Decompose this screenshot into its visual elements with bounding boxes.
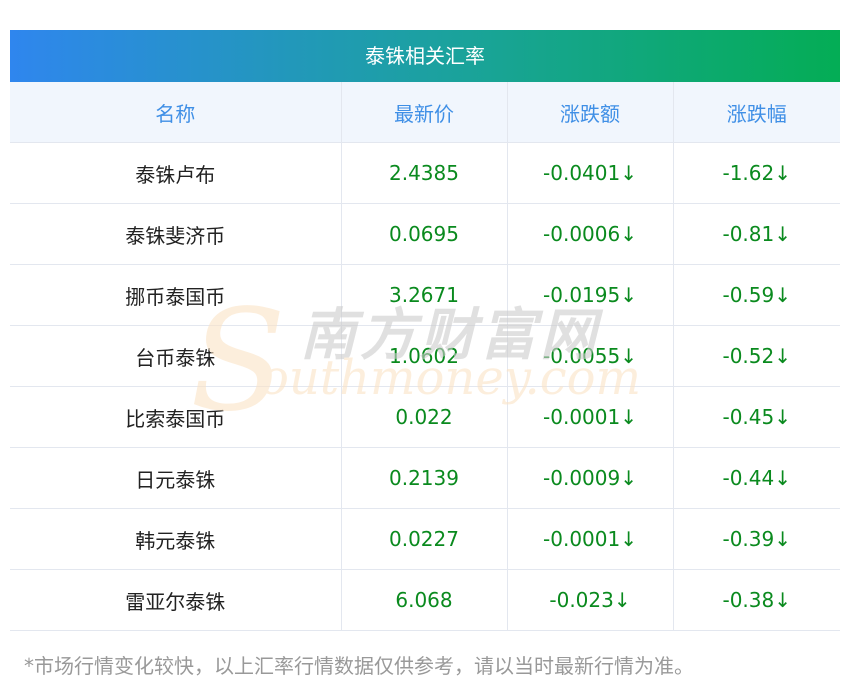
latest-price: 3.2671 [341,264,508,326]
table-row: 泰铢卢布 2.4385 -0.0401↓ -1.62↓ [10,142,840,204]
currency-name: 雷亚尔泰铢 [10,569,342,631]
currency-name: 挪币泰国币 [10,264,342,326]
change-amount: -0.0001↓ [507,386,674,448]
change-percent: -0.59↓ [673,264,840,326]
table-row: 泰铢斐济币 0.0695 -0.0006↓ -0.81↓ [10,203,840,265]
table-row: 比索泰国币 0.022 -0.0001↓ -0.45↓ [10,386,840,448]
currency-name: 泰铢卢布 [10,142,342,204]
currency-name: 泰铢斐济币 [10,203,342,265]
table-row: 韩元泰铢 0.0227 -0.0001↓ -0.39↓ [10,508,840,570]
latest-price: 1.0602 [341,325,508,387]
currency-name: 台币泰铢 [10,325,342,387]
latest-price: 0.022 [341,386,508,448]
currency-name: 比索泰国币 [10,386,342,448]
latest-price: 0.0695 [341,203,508,265]
change-amount: -0.0055↓ [507,325,674,387]
latest-price: 2.4385 [341,142,508,204]
change-amount: -0.023↓ [507,569,674,631]
change-percent: -0.45↓ [673,386,840,448]
change-percent: -0.81↓ [673,203,840,265]
change-amount: -0.0195↓ [507,264,674,326]
exchange-rate-panel: 泰铢相关汇率 名称 最新价 涨跌额 涨跌幅 泰铢卢布 2.4385 -0.0401↓… [10,30,840,631]
latest-price: 0.0227 [341,508,508,570]
latest-price: 0.2139 [341,447,508,509]
change-amount: -0.0001↓ [507,508,674,570]
disclaimer-note: *市场行情变化较快，以上汇率行情数据仅供参考，请以当时最新行情为准。 [24,654,694,678]
rate-table: 名称 最新价 涨跌额 涨跌幅 泰铢卢布 2.4385 -0.0401↓ -1.62↓ 泰… [10,82,840,631]
header-price: 最新价 [341,82,508,143]
change-percent: -0.38↓ [673,569,840,631]
currency-name: 日元泰铢 [10,447,342,509]
change-amount: -0.0401↓ [507,142,674,204]
change-amount: -0.0006↓ [507,203,674,265]
table-row: 挪币泰国币 3.2671 -0.0195↓ -0.59↓ [10,264,840,326]
table-row: 雷亚尔泰铢 6.068 -0.023↓ -0.38↓ [10,569,840,631]
latest-price: 6.068 [341,569,508,631]
header-percent: 涨跌幅 [673,82,840,143]
change-percent: -0.44↓ [673,447,840,509]
table-row: 日元泰铢 0.2139 -0.0009↓ -0.44↓ [10,447,840,509]
panel-title: 泰铢相关汇率 [10,30,840,82]
change-percent: -0.39↓ [673,508,840,570]
change-amount: -0.0009↓ [507,447,674,509]
change-percent: -1.62↓ [673,142,840,204]
table-header: 名称 最新价 涨跌额 涨跌幅 [10,82,840,143]
header-change: 涨跌额 [507,82,674,143]
change-percent: -0.52↓ [673,325,840,387]
table-row: 台币泰铢 1.0602 -0.0055↓ -0.52↓ [10,325,840,387]
currency-name: 韩元泰铢 [10,508,342,570]
header-name: 名称 [10,82,342,143]
